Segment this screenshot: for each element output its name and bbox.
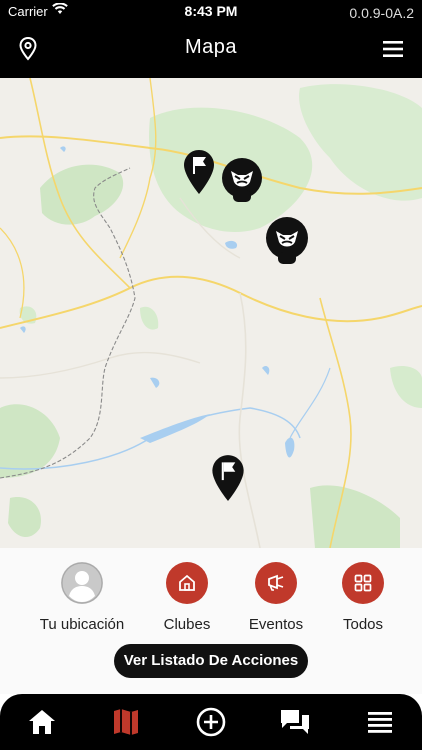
club-mascot-pin[interactable] (220, 158, 264, 209)
bottom-tab-bar (0, 694, 422, 750)
map-view[interactable] (0, 78, 422, 548)
tab-add[interactable] (195, 706, 227, 738)
status-bar: Carrier 8:43 PM 0.0.9-0A.2 (0, 0, 422, 24)
tab-list[interactable] (364, 706, 396, 738)
tab-messages[interactable] (279, 706, 311, 738)
filter-all[interactable]: Todos (313, 562, 413, 633)
app-version: 0.0.9-0A.2 (349, 5, 414, 21)
filter-clubs[interactable]: Clubes (137, 562, 237, 633)
home-icon (29, 710, 55, 734)
filter-my-location[interactable]: Tu ubicación (32, 562, 132, 633)
filter-label: Tu ubicación (39, 616, 125, 633)
menu-icon[interactable] (382, 39, 404, 59)
tab-home[interactable] (26, 706, 58, 738)
tab-map[interactable] (110, 706, 142, 738)
chat-icon (281, 710, 309, 734)
grid-icon (342, 562, 384, 604)
add-circle-icon (196, 707, 226, 737)
list-icon (368, 712, 392, 733)
filter-label: Clubes (163, 616, 211, 633)
filter-label: Eventos (248, 616, 304, 633)
club-mascot-pin[interactable] (265, 216, 309, 271)
map-icon (114, 709, 138, 735)
home-icon (166, 562, 208, 604)
filter-panel: Tu ubicación Clubes Eventos Todos Ver Li… (0, 548, 422, 694)
event-flag-pin[interactable] (182, 148, 216, 201)
view-actions-list-button[interactable]: Ver Listado De Acciones (114, 644, 308, 678)
event-flag-pin[interactable] (210, 453, 246, 508)
page-title: Mapa (184, 36, 238, 58)
filter-label: Todos (342, 616, 384, 633)
megaphone-icon (255, 562, 297, 604)
filter-events[interactable]: Eventos (226, 562, 326, 633)
top-bar: Carrier 8:43 PM 0.0.9-0A.2 Mapa (0, 0, 422, 78)
user-avatar-icon (61, 562, 103, 604)
